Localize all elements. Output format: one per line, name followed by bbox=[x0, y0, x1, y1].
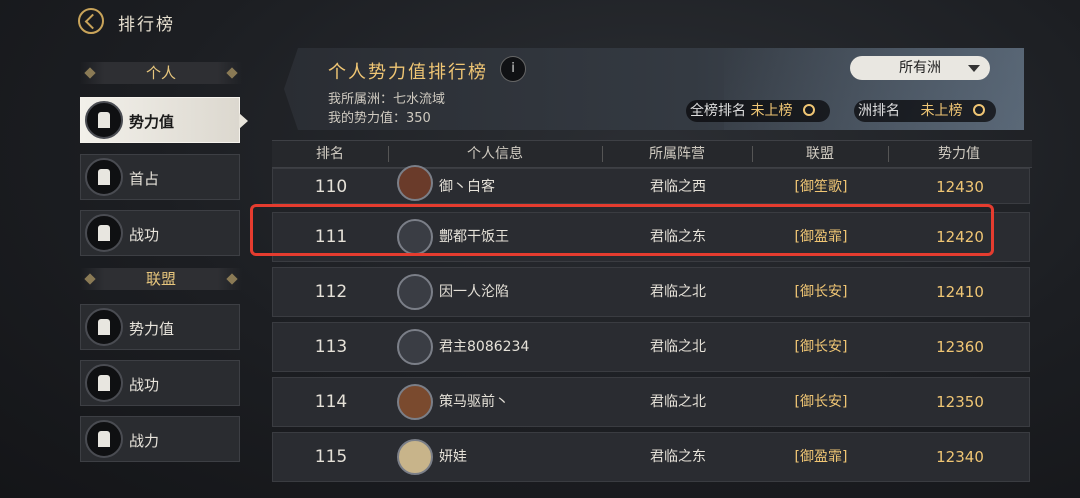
player-name: 君主8086234 bbox=[439, 339, 530, 355]
overall-rank-pill[interactable]: 全榜排名 未上榜 bbox=[686, 100, 830, 122]
rank-cell: 112 bbox=[314, 282, 348, 302]
avatar bbox=[397, 384, 433, 420]
sidebar-item-alliance-merit[interactable]: 战功 bbox=[80, 360, 240, 406]
my-power-text: 我的势力值：350 bbox=[328, 111, 431, 126]
top-bar: 排行榜 bbox=[0, 0, 1080, 44]
leaderboard-title: 个人势力值排行榜 bbox=[328, 62, 488, 83]
sidebar-item-alliance-strength[interactable]: 战力 bbox=[80, 416, 240, 462]
avatar bbox=[397, 165, 433, 201]
table-row[interactable]: 114 策马驱前丶 君临之北 [御长安] 12350 bbox=[272, 377, 1030, 427]
page-title: 排行榜 bbox=[118, 15, 175, 35]
sidebar-item-label: 战功 bbox=[129, 226, 160, 244]
highlight-box bbox=[250, 204, 994, 256]
sidebar-item-label: 势力值 bbox=[129, 113, 175, 131]
rank-cell: 115 bbox=[314, 447, 348, 467]
alliance-cell: [御长安] bbox=[794, 394, 848, 410]
section-label-alliance: 联盟 bbox=[80, 268, 242, 290]
fortress-icon bbox=[85, 308, 123, 346]
search-icon bbox=[972, 104, 985, 116]
overall-rank-value: 未上榜 bbox=[750, 103, 793, 119]
alliance-cell: [御盈霏] bbox=[794, 449, 848, 465]
sidebar-item-label: 战力 bbox=[129, 432, 160, 450]
my-region-text: 我所属洲：七水流域 bbox=[328, 92, 446, 107]
region-rank-pill[interactable]: 洲排名 未上榜 bbox=[854, 100, 996, 122]
power-cell: 12410 bbox=[936, 283, 984, 301]
table-row[interactable]: 115 妍娃 君临之东 [御盈霏] 12340 bbox=[272, 432, 1030, 482]
fortress-icon bbox=[85, 101, 123, 139]
power-cell: 12340 bbox=[936, 448, 984, 466]
camp-cell: 君临之北 bbox=[650, 394, 706, 410]
fist-icon bbox=[85, 420, 123, 458]
rank-cell: 114 bbox=[314, 392, 348, 412]
region-rank-value: 未上榜 bbox=[920, 103, 963, 119]
alliance-cell: [御长安] bbox=[794, 284, 848, 300]
region-rank-label: 洲排名 bbox=[858, 103, 900, 119]
sidebar-item-personal-merit[interactable]: 战功 bbox=[80, 210, 240, 256]
helmet-icon bbox=[85, 214, 123, 252]
leaderboard-header-panel: 个人势力值排行榜 i 我所属洲：七水流域 我的势力值：350 所有洲 全榜排名 … bbox=[284, 48, 1024, 130]
sidebar-item-label: 战功 bbox=[129, 376, 160, 394]
alliance-cell: [御长安] bbox=[794, 339, 848, 355]
sidebar-item-personal-power[interactable]: 势力值 bbox=[80, 97, 248, 143]
search-icon bbox=[802, 104, 815, 116]
sidebar-item-label: 首占 bbox=[129, 170, 160, 188]
sidebar-item-first-occupy[interactable]: 首占 bbox=[80, 154, 240, 200]
region-dropdown[interactable]: 所有洲 bbox=[850, 56, 990, 80]
overall-rank-label: 全榜排名 bbox=[690, 103, 746, 119]
info-icon[interactable]: i bbox=[500, 56, 526, 82]
table-row[interactable]: 112 因一人沦陷 君临之北 [御长安] 12410 bbox=[272, 267, 1030, 317]
camp-cell: 君临之北 bbox=[650, 339, 706, 355]
section-label-personal: 个人 bbox=[80, 62, 242, 84]
cauldron-icon bbox=[85, 158, 123, 196]
rank-cell: 113 bbox=[314, 337, 348, 357]
power-cell: 12350 bbox=[936, 393, 984, 411]
helmet-icon bbox=[85, 364, 123, 402]
camp-cell: 君临之北 bbox=[650, 284, 706, 300]
sidebar-item-alliance-power[interactable]: 势力值 bbox=[80, 304, 240, 350]
table-row[interactable]: 113 君主8086234 君临之北 [御长安] 12360 bbox=[272, 322, 1030, 372]
avatar bbox=[397, 329, 433, 365]
power-cell: 12360 bbox=[936, 338, 984, 356]
table-row[interactable]: 110 御丶白客 君临之西 [御笙歌] 12430 bbox=[272, 165, 1030, 204]
avatar bbox=[397, 439, 433, 475]
player-name: 策马驱前丶 bbox=[439, 394, 509, 410]
sidebar-item-label: 势力值 bbox=[129, 320, 175, 338]
camp-cell: 君临之东 bbox=[650, 449, 706, 465]
player-name: 妍娃 bbox=[439, 449, 467, 465]
player-name: 因一人沦陷 bbox=[439, 284, 509, 300]
back-arrow-icon[interactable] bbox=[78, 8, 104, 34]
avatar bbox=[397, 274, 433, 310]
region-dropdown-value: 所有洲 bbox=[899, 60, 941, 76]
chevron-down-icon bbox=[968, 65, 980, 72]
